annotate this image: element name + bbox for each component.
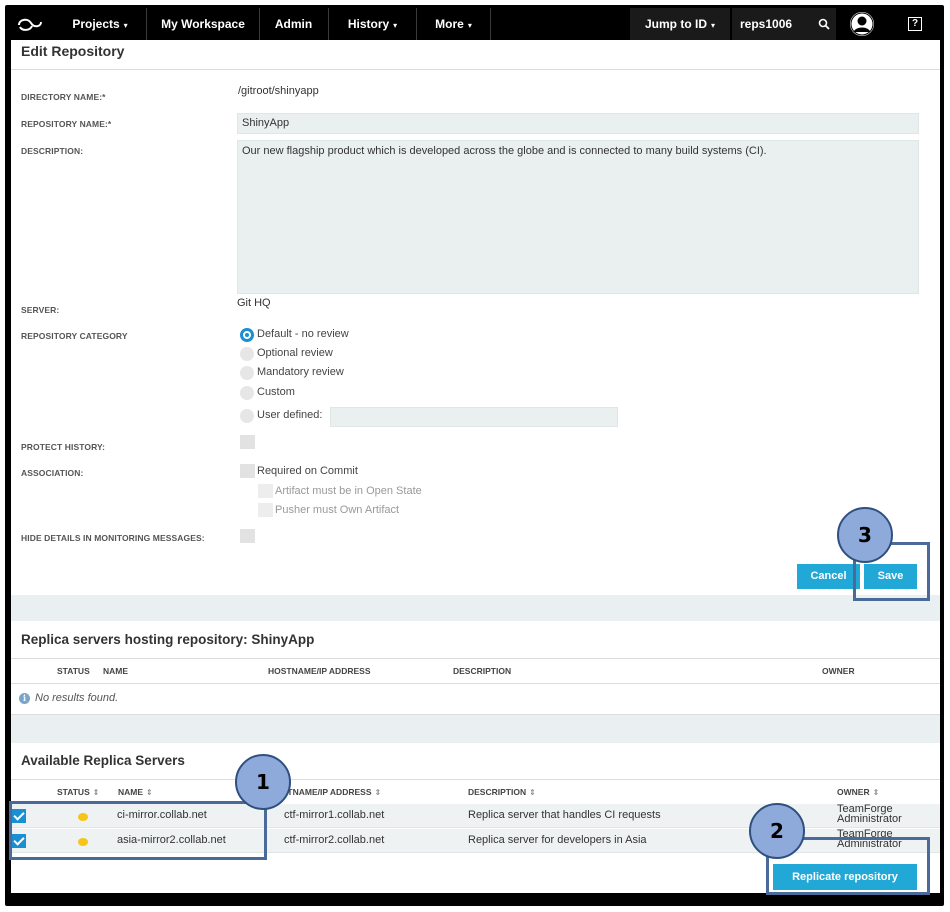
column-header-status[interactable]: STATUS — [57, 666, 90, 676]
available-section-title: Available Replica Servers — [21, 753, 185, 768]
hosting-section-title: Replica servers hosting repository: Shin… — [21, 632, 315, 647]
divider — [11, 779, 940, 780]
repository-name-label: REPOSITORY NAME:* — [21, 119, 112, 129]
user-defined-input[interactable] — [330, 407, 618, 427]
column-header-name[interactable]: NAME ⇕ — [118, 787, 153, 797]
radio-mandatory-review[interactable] — [240, 366, 254, 380]
help-icon[interactable]: ? — [908, 17, 922, 31]
chevron-down-icon: ▾ — [710, 21, 715, 30]
chevron-down-icon: ▾ — [467, 21, 472, 30]
section-divider — [11, 595, 940, 621]
column-header-status[interactable]: STATUS ⇕ — [57, 787, 99, 797]
nav-separator — [490, 8, 491, 40]
chevron-down-icon: ▾ — [123, 21, 128, 30]
description-textarea[interactable]: Our new flagship product which is develo… — [237, 140, 919, 294]
nav-history[interactable]: History ▾ — [329, 8, 416, 40]
callout-badge-3: 3 — [837, 507, 893, 563]
top-nav: Projects ▾ My Workspace Admin History ▾ Mo… — [10, 8, 939, 40]
pusher-owns-label: Pusher must Own Artifact — [275, 504, 400, 516]
repository-name-field[interactable]: ShinyApp — [237, 113, 919, 134]
repository-category-label: REPOSITORY CATEGORY — [21, 331, 128, 341]
nav-more[interactable]: More ▾ — [417, 8, 490, 40]
server-description: Replica server that handles CI requests — [468, 809, 661, 821]
chevron-down-icon: ▾ — [393, 21, 398, 30]
server-value: Git HQ — [237, 297, 271, 309]
server-hostname: ctf-mirror2.collab.net — [284, 834, 385, 846]
artifact-open-checkbox[interactable] — [258, 484, 273, 498]
hide-details-checkbox[interactable] — [240, 529, 255, 543]
nav-admin[interactable]: Admin — [260, 8, 327, 40]
callout-badge-2: 2 — [749, 803, 805, 859]
divider — [11, 658, 940, 659]
directory-name-value: /gitroot/shinyapp — [238, 85, 319, 97]
radio-label: Custom — [257, 386, 295, 398]
radio-default-no-review[interactable] — [240, 328, 254, 342]
divider — [11, 683, 940, 684]
callout-highlight-1 — [9, 801, 267, 860]
radio-optional-review[interactable] — [240, 347, 254, 361]
cancel-button[interactable]: Cancel — [797, 564, 860, 589]
directory-name-label: DIRECTORY NAME:* — [21, 92, 106, 102]
divider — [11, 69, 940, 70]
protect-history-label: PROTECT HISTORY: — [21, 442, 106, 452]
radio-label: Default - no review — [257, 328, 349, 340]
column-header-name[interactable]: NAME — [103, 666, 128, 676]
info-icon: i — [19, 693, 30, 704]
column-header-description[interactable]: DESCRIPTION — [453, 666, 511, 676]
server-label: SERVER: — [21, 305, 60, 315]
radio-label: Optional review — [257, 347, 333, 359]
radio-label: Mandatory review — [257, 366, 344, 378]
no-results-text: No results found. — [35, 692, 119, 704]
server-description: Replica server for developers in Asia — [468, 834, 647, 846]
user-avatar-icon[interactable] — [850, 12, 874, 36]
server-hostname: ctf-mirror1.collab.net — [284, 809, 385, 821]
collabnet-logo-icon[interactable] — [16, 14, 44, 34]
server-owner: TeamForge Administrator — [837, 803, 902, 825]
hide-details-label: HIDE DETAILS IN MONITORING MESSAGES: — [21, 533, 205, 543]
sort-icon: ⇕ — [529, 788, 536, 797]
column-header-owner[interactable]: OWNER ⇕ — [837, 787, 879, 797]
sort-icon: ⇕ — [872, 788, 880, 797]
association-label: ASSOCIATION: — [21, 468, 84, 478]
nav-my-workspace[interactable]: My Workspace — [147, 8, 259, 40]
nav-projects[interactable]: Projects ▾ — [54, 8, 146, 40]
required-on-commit-label: Required on Commit — [257, 465, 358, 477]
column-header-description[interactable]: DESCRIPTION ⇕ — [468, 787, 536, 797]
section-divider — [11, 715, 940, 743]
callout-badge-1: 1 — [235, 754, 291, 810]
pusher-owns-checkbox[interactable] — [258, 503, 273, 517]
radio-user-defined[interactable] — [240, 409, 254, 423]
column-header-hostname[interactable]: HOSTNAME/IP ADDRESS — [268, 666, 371, 676]
sort-icon: ⇕ — [92, 788, 100, 797]
sort-icon: ⇕ — [146, 788, 153, 797]
jump-to-id-button[interactable]: Jump to ID ▾ — [630, 8, 730, 40]
sort-icon: ⇕ — [374, 788, 382, 797]
artifact-open-label: Artifact must be in Open State — [275, 485, 422, 497]
radio-label: User defined: — [257, 409, 323, 421]
required-on-commit-checkbox[interactable] — [240, 464, 255, 478]
column-header-owner[interactable]: OWNER — [822, 666, 855, 676]
protect-history-checkbox[interactable] — [240, 435, 255, 449]
radio-custom[interactable] — [240, 386, 254, 400]
page-content: Edit Repository DIRECTORY NAME:* /gitroo… — [11, 40, 940, 893]
page-title: Edit Repository — [21, 43, 125, 59]
description-label: DESCRIPTION: — [21, 146, 84, 156]
search-icon[interactable] — [818, 18, 830, 30]
